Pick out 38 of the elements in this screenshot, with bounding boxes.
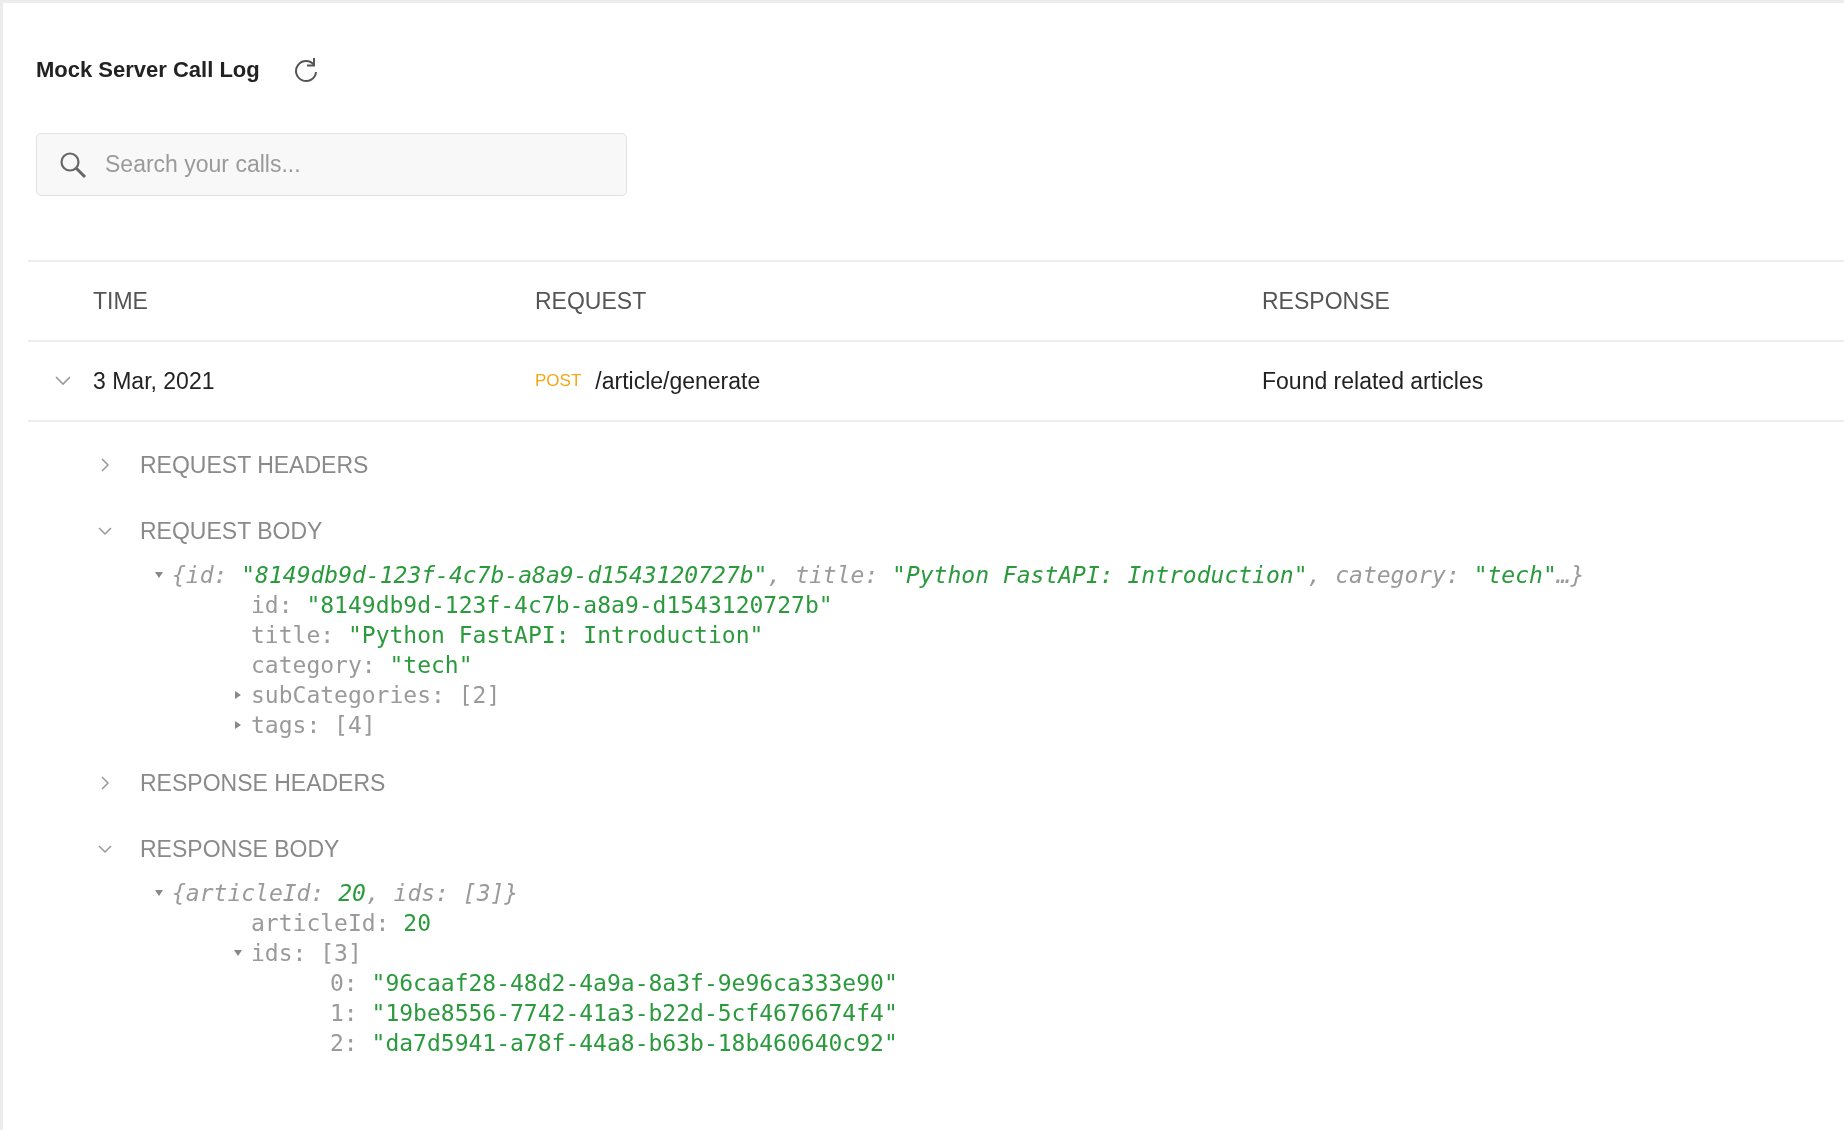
- json-line: title: "Python FastAPI: Introduction": [251, 622, 764, 648]
- chevron-icon[interactable]: [53, 375, 72, 387]
- json-line: 1: "19be8556-7742-41a3-b22d-5cf4676674f4": [330, 1000, 898, 1026]
- chevron-icon[interactable]: [98, 524, 112, 538]
- json-line: id: "8149db9d-123f-4c7b-a8a9-d1543120727b": [251, 592, 833, 618]
- triangle-icon[interactable]: [233, 948, 243, 958]
- table-cell: Found related articles: [1262, 367, 1484, 395]
- triangle-icon[interactable]: [154, 570, 164, 580]
- triangle-icon[interactable]: [154, 888, 164, 898]
- json-line: tags: [4]: [251, 712, 376, 738]
- column-header: RESPONSE: [1262, 287, 1390, 315]
- json-line: articleId: 20: [251, 910, 432, 936]
- method-tag: POST: [535, 371, 582, 391]
- search-field[interactable]: Search your calls...: [36, 133, 627, 196]
- search-input[interactable]: Search your calls...: [103, 150, 626, 179]
- json-line: ids: [3]: [251, 940, 362, 966]
- json-line: 0: "96caaf28-48d2-4a9a-8a3f-9e96ca333e90": [330, 970, 898, 996]
- triangle-icon[interactable]: [233, 690, 243, 700]
- section-title[interactable]: REQUEST HEADERS: [140, 451, 369, 479]
- table-cell-text: 3 Mar, 2021: [93, 367, 216, 395]
- search-icon: [59, 150, 87, 179]
- chevron-icon[interactable]: [98, 776, 112, 790]
- json-summary: {id: "8149db9d-123f-4c7b-a8a9-d1543120727b", title: "Python FastAPI: Introduction", category: "tech"…}: [172, 562, 1585, 588]
- json-line: category: "tech": [251, 652, 473, 678]
- triangle-icon[interactable]: [233, 720, 243, 730]
- chevron-icon[interactable]: [98, 842, 112, 856]
- column-header: TIME: [93, 287, 149, 315]
- section-title[interactable]: REQUEST BODY: [140, 517, 323, 545]
- chevron-icon[interactable]: [98, 458, 112, 472]
- refresh-icon[interactable]: [292, 56, 319, 84]
- page-title: Mock Server Call Log: [36, 57, 260, 83]
- json-line: subCategories: [2]: [251, 682, 501, 708]
- json-summary: {articleId: 20, ids: [3]}: [172, 880, 519, 906]
- column-header: REQUEST: [535, 287, 648, 315]
- section-title[interactable]: RESPONSE BODY: [140, 835, 340, 863]
- section-title[interactable]: RESPONSE HEADERS: [140, 769, 386, 797]
- json-line: 2: "da7d5941-a78f-44a8-b63b-18b460640c92": [330, 1030, 898, 1056]
- table-cell: /article/generate: [595, 367, 761, 395]
